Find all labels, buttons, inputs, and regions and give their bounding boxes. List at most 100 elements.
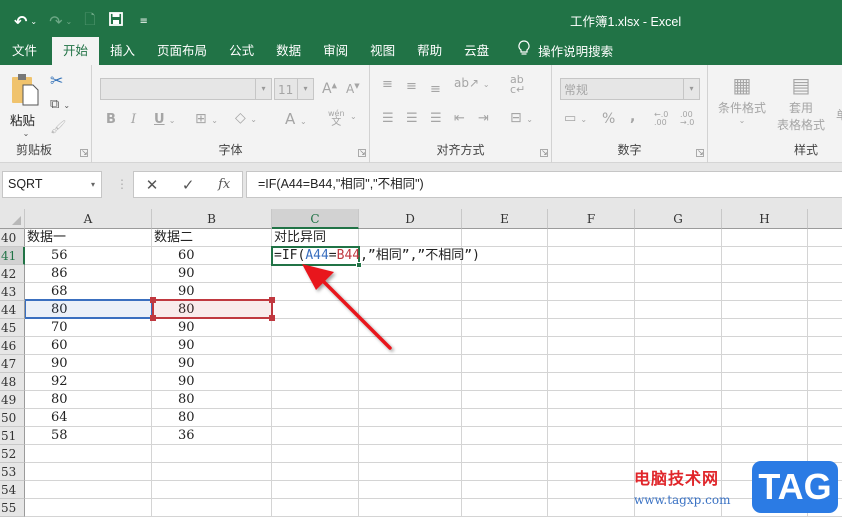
row-header-41[interactable]: 41: [0, 247, 25, 265]
cell-c47[interactable]: [272, 355, 359, 373]
cell-c44[interactable]: [272, 301, 359, 319]
grow-font-button[interactable]: A▲: [322, 81, 337, 97]
cell-a51[interactable]: 58: [25, 427, 152, 445]
cell-d50[interactable]: [359, 409, 462, 427]
cell-f52[interactable]: [548, 445, 635, 463]
alignment-launcher-icon[interactable]: ↘: [540, 149, 548, 157]
column-header-d[interactable]: D: [359, 209, 462, 229]
tab-file[interactable]: 文件: [0, 37, 48, 65]
cell-g44[interactable]: [635, 301, 722, 319]
cell-b40[interactable]: 数据二: [152, 229, 272, 247]
column-header-h[interactable]: H: [722, 209, 808, 229]
clipboard-launcher-icon[interactable]: ↘: [80, 149, 88, 157]
cell-c40[interactable]: 对比异同: [272, 229, 359, 247]
cell-f51[interactable]: [548, 427, 635, 445]
cell-a52[interactable]: [25, 445, 152, 463]
cell-f44[interactable]: [548, 301, 635, 319]
cell-b41[interactable]: 60: [152, 247, 272, 265]
cell-g43[interactable]: [635, 283, 722, 301]
undo-icon[interactable]: ↶: [14, 12, 27, 31]
tab-view[interactable]: 视图: [359, 37, 406, 65]
paste-dropdown-icon[interactable]: ⌄: [10, 129, 42, 138]
cell-c46[interactable]: [272, 337, 359, 355]
orientation-button[interactable]: ab↗ ⌄: [454, 76, 490, 90]
cell-i44[interactable]: [808, 301, 842, 319]
resize-handle[interactable]: [269, 315, 275, 321]
name-box[interactable]: SQRT ▾: [2, 171, 102, 198]
cell-d46[interactable]: [359, 337, 462, 355]
cell-a50[interactable]: 64: [25, 409, 152, 427]
row-header-55[interactable]: 55: [0, 499, 25, 517]
tab-help[interactable]: 帮助: [406, 37, 453, 65]
cell-h51[interactable]: [722, 427, 808, 445]
row-header-47[interactable]: 47: [0, 355, 25, 373]
cell-e43[interactable]: [462, 283, 548, 301]
cell-e50[interactable]: [462, 409, 548, 427]
increase-decimal-button[interactable]: ←.0 .00: [654, 111, 674, 127]
row-header-40[interactable]: 40: [0, 229, 25, 247]
cell-g46[interactable]: [635, 337, 722, 355]
bold-button[interactable]: B: [106, 112, 116, 127]
cell-d43[interactable]: [359, 283, 462, 301]
cell-b55[interactable]: [152, 499, 272, 517]
cell-a55[interactable]: [25, 499, 152, 517]
cell-e47[interactable]: [462, 355, 548, 373]
cell-f43[interactable]: [548, 283, 635, 301]
cell-i45[interactable]: [808, 319, 842, 337]
cell-d44[interactable]: [359, 301, 462, 319]
cell-b49[interactable]: 80: [152, 391, 272, 409]
shrink-font-button[interactable]: A▼: [346, 82, 360, 96]
cell-g42[interactable]: [635, 265, 722, 283]
cell-b48[interactable]: 90: [152, 373, 272, 391]
cell-h49[interactable]: [722, 391, 808, 409]
percent-button[interactable]: %: [602, 111, 615, 127]
cell-a41[interactable]: 56: [25, 247, 152, 265]
cell-c45[interactable]: [272, 319, 359, 337]
cell-c53[interactable]: [272, 463, 359, 481]
cell-e48[interactable]: [462, 373, 548, 391]
cell-c43[interactable]: [272, 283, 359, 301]
column-header-i[interactable]: [808, 209, 842, 229]
tab-home[interactable]: 开始: [52, 37, 100, 65]
merge-center-button[interactable]: ⊟ ⌄: [510, 110, 533, 126]
cell-h50[interactable]: [722, 409, 808, 427]
cell-d55[interactable]: [359, 499, 462, 517]
wrap-text-button[interactable]: ab c↵: [510, 74, 525, 95]
cell-c50[interactable]: [272, 409, 359, 427]
font-color-button[interactable]: A ⌄: [285, 110, 307, 128]
row-header-46[interactable]: 46: [0, 337, 25, 355]
number-format-dropdown[interactable]: 常规 ▾: [560, 78, 700, 100]
save-icon[interactable]: [109, 12, 124, 30]
borders-button[interactable]: ⊞ ⌄: [195, 111, 218, 127]
underline-button[interactable]: U ⌄: [154, 112, 175, 127]
cell-c52[interactable]: [272, 445, 359, 463]
cell-f49[interactable]: [548, 391, 635, 409]
row-header-51[interactable]: 51: [0, 427, 25, 445]
cell-i47[interactable]: [808, 355, 842, 373]
cell-f45[interactable]: [548, 319, 635, 337]
cell-i43[interactable]: [808, 283, 842, 301]
cell-d54[interactable]: [359, 481, 462, 499]
increase-indent-button[interactable]: ⇥: [478, 111, 489, 126]
cell-e52[interactable]: [462, 445, 548, 463]
cell-h40[interactable]: [722, 229, 808, 247]
cell-b50[interactable]: 80: [152, 409, 272, 427]
cell-h42[interactable]: [722, 265, 808, 283]
cell-d51[interactable]: [359, 427, 462, 445]
cell-c49[interactable]: [272, 391, 359, 409]
column-header-a[interactable]: A: [25, 209, 152, 229]
decrease-indent-button[interactable]: ⇤: [454, 111, 465, 126]
undo-dropdown-icon[interactable]: ⌄: [30, 17, 37, 26]
cell-h47[interactable]: [722, 355, 808, 373]
cell-b46[interactable]: 90: [152, 337, 272, 355]
cell-e53[interactable]: [462, 463, 548, 481]
redo-icon[interactable]: ↷: [49, 12, 62, 31]
row-header-42[interactable]: 42: [0, 265, 25, 283]
tab-formulas[interactable]: 公式: [218, 37, 265, 65]
cell-f40[interactable]: [548, 229, 635, 247]
currency-button[interactable]: ▭ ⌄: [564, 111, 587, 126]
cell-i41[interactable]: [808, 247, 842, 265]
conditional-format-button[interactable]: ▦ 条件格式 ⌄: [714, 73, 770, 125]
cell-b47[interactable]: 90: [152, 355, 272, 373]
resize-handle[interactable]: [269, 297, 275, 303]
